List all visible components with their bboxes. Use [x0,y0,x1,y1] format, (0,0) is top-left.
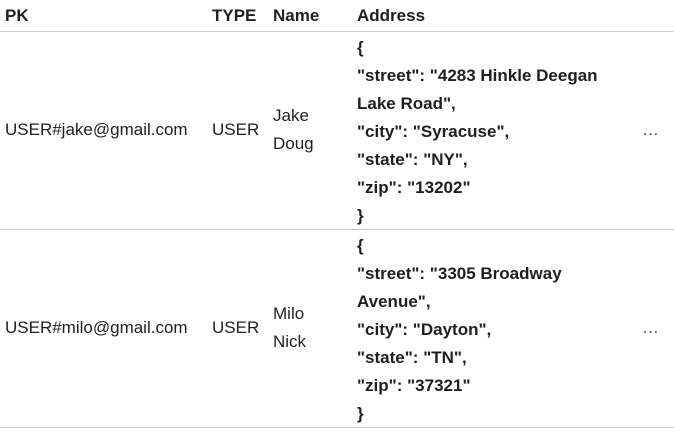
address-line: "city": "Dayton", [357,320,492,339]
column-header-name: Name [273,6,320,25]
table-row: USER#milo@gmail.com USER Milo Nick { "st… [0,230,674,428]
name-line: Nick [273,332,307,351]
type-cell: USER [212,318,260,337]
address-line: "state": "NY", [357,150,468,169]
name-cell: Milo Nick [273,300,306,356]
address-line: "zip": "37321" [357,376,471,395]
address-line: Avenue", [357,292,431,311]
column-header-type: TYPE [212,6,257,25]
address-line: Lake Road", [357,94,456,113]
pk-cell: USER#milo@gmail.com [5,318,188,337]
more-ellipsis[interactable]: … [642,116,659,144]
address-line: "street": "3305 Broadway [357,264,562,283]
address-line: "zip": "13202" [357,178,471,197]
address-line: { [357,38,364,57]
more-ellipsis[interactable]: … [642,314,659,342]
pk-cell: USER#jake@gmail.com [5,120,188,139]
table-row: USER#jake@gmail.com USER Jake Doug { "st… [0,32,674,230]
column-header-pk: PK [5,6,29,25]
address-cell: { "street": "3305 Broadway Avenue", "cit… [357,232,642,428]
address-line: "state": "TN", [357,348,467,367]
data-table: PK TYPE Name Address USER#jake@gmail.com… [0,0,674,428]
type-cell: USER [212,120,260,139]
address-line: } [357,206,364,225]
column-header-address: Address [357,6,426,25]
name-cell: Jake Doug [273,102,314,158]
address-line: "street": "4283 Hinkle Deegan [357,66,598,85]
address-line: } [357,404,364,423]
name-line: Doug [273,134,314,153]
address-line: { [357,236,364,255]
name-line: Jake [273,106,309,125]
address-cell: { "street": "4283 Hinkle Deegan Lake Roa… [357,34,642,230]
table-header: PK TYPE Name Address [0,0,674,32]
address-line: "city": "Syracuse", [357,122,510,141]
name-line: Milo [273,304,305,323]
